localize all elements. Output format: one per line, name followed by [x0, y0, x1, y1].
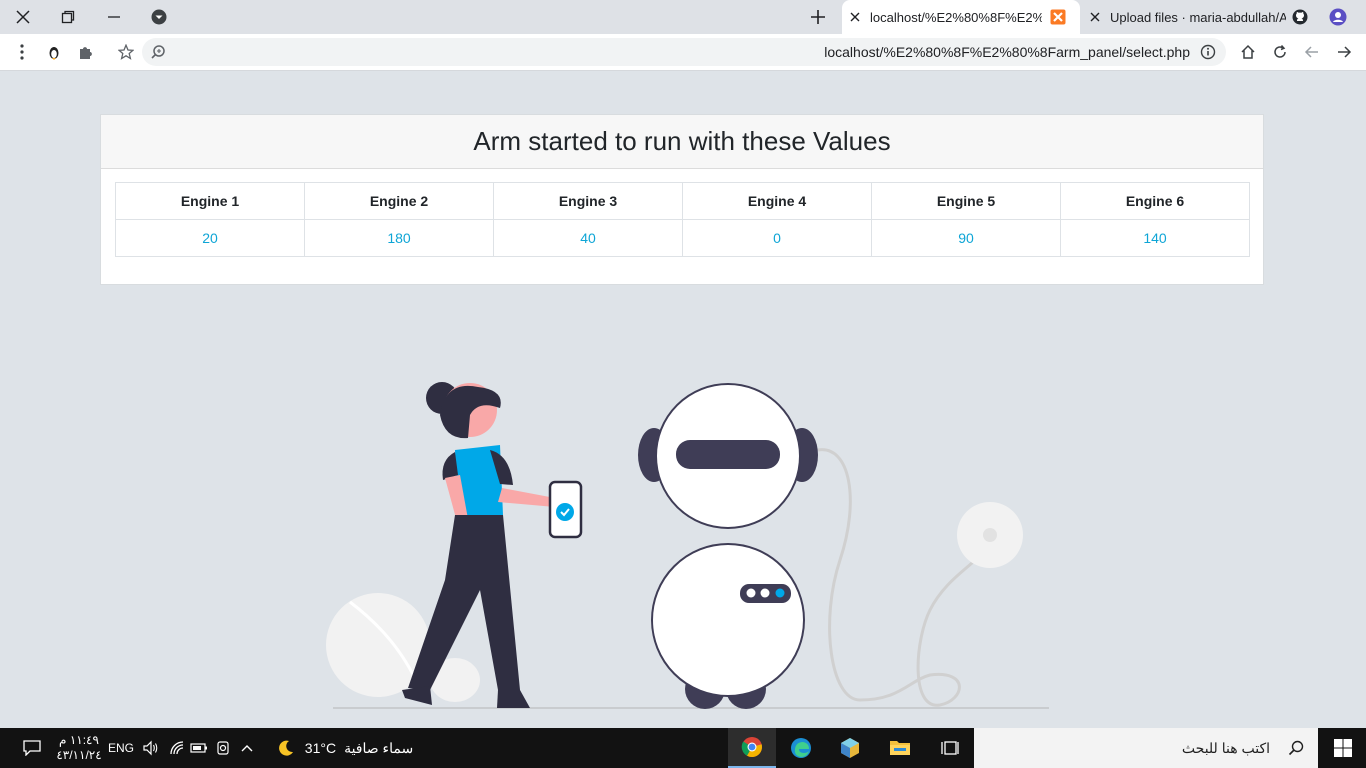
windows-logo-icon [1334, 739, 1352, 757]
clock-time: ١١:٤٩ م [59, 733, 99, 747]
battery-button[interactable] [188, 728, 210, 768]
action-center-icon [23, 740, 41, 756]
clock[interactable]: ١١:٤٩ م ٤٣/١١/٢٤ [54, 728, 104, 768]
task-view-icon [941, 741, 959, 755]
moon-icon [278, 740, 293, 756]
start-button[interactable] [1320, 728, 1366, 768]
taskbar-app-file-explorer[interactable] [876, 728, 924, 768]
network-button[interactable] [166, 728, 188, 768]
show-hidden-icons-button[interactable] [236, 728, 258, 768]
weather-text: سماء صافية [344, 739, 414, 756]
chrome-icon [741, 737, 762, 758]
meet-now-button[interactable] [212, 728, 234, 768]
folder-icon [890, 741, 910, 755]
notifications-button[interactable] [14, 728, 50, 768]
wifi-icon [170, 741, 184, 755]
taskbar-app-edge[interactable] [777, 728, 825, 768]
task-view-button[interactable] [926, 728, 974, 768]
language-indicator[interactable]: ENG [106, 728, 136, 768]
cube-icon [841, 738, 859, 758]
volume-icon [143, 740, 158, 756]
camera-icon [217, 741, 229, 755]
chevron-up-icon [241, 745, 253, 752]
taskbar: ١١:٤٩ م ٤٣/١١/٢٤ ENG 31°C سماء صافية اكت… [0, 728, 1366, 768]
search-icon [1288, 740, 1304, 761]
robot-illustration [326, 382, 1049, 709]
clock-date: ٤٣/١١/٢٤ [56, 748, 102, 762]
search-placeholder: اكتب هنا للبحث [1181, 740, 1270, 756]
taskbar-app-chrome[interactable] [728, 728, 776, 768]
battery-icon [190, 743, 207, 753]
taskbar-search-box[interactable]: اكتب هنا للبحث [974, 728, 1318, 768]
weather-temp: 31°C [304, 740, 337, 756]
weather-widget[interactable]: 31°C سماء صافية [270, 728, 420, 768]
taskbar-app-3d[interactable] [826, 728, 874, 768]
edge-icon [791, 738, 811, 758]
volume-button[interactable] [140, 728, 162, 768]
